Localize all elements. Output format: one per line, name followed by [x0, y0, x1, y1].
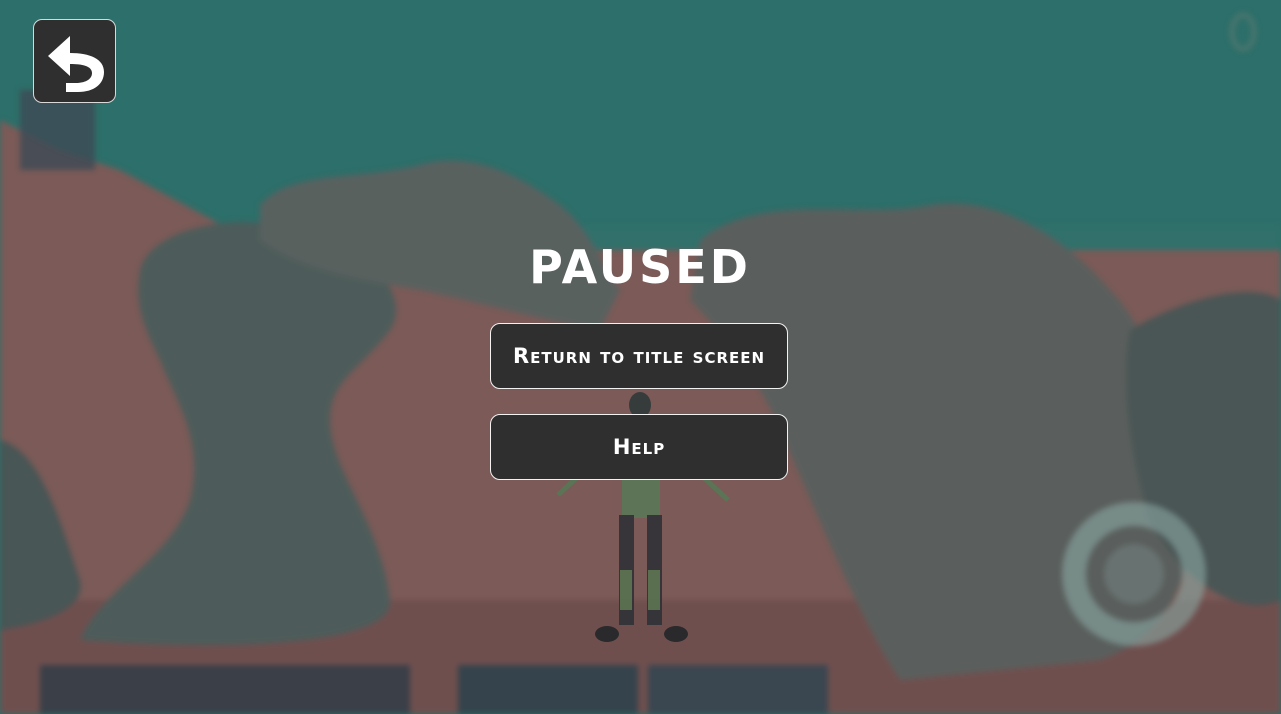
- help-button[interactable]: Help: [490, 414, 788, 480]
- return-to-title-label: Return to title screen: [512, 344, 766, 368]
- return-to-title-button[interactable]: Return to title screen: [490, 323, 788, 389]
- undo-arrow-icon: [47, 36, 104, 92]
- back-button[interactable]: [33, 19, 116, 103]
- help-label: Help: [612, 435, 666, 459]
- paused-title: PAUSED: [529, 240, 751, 294]
